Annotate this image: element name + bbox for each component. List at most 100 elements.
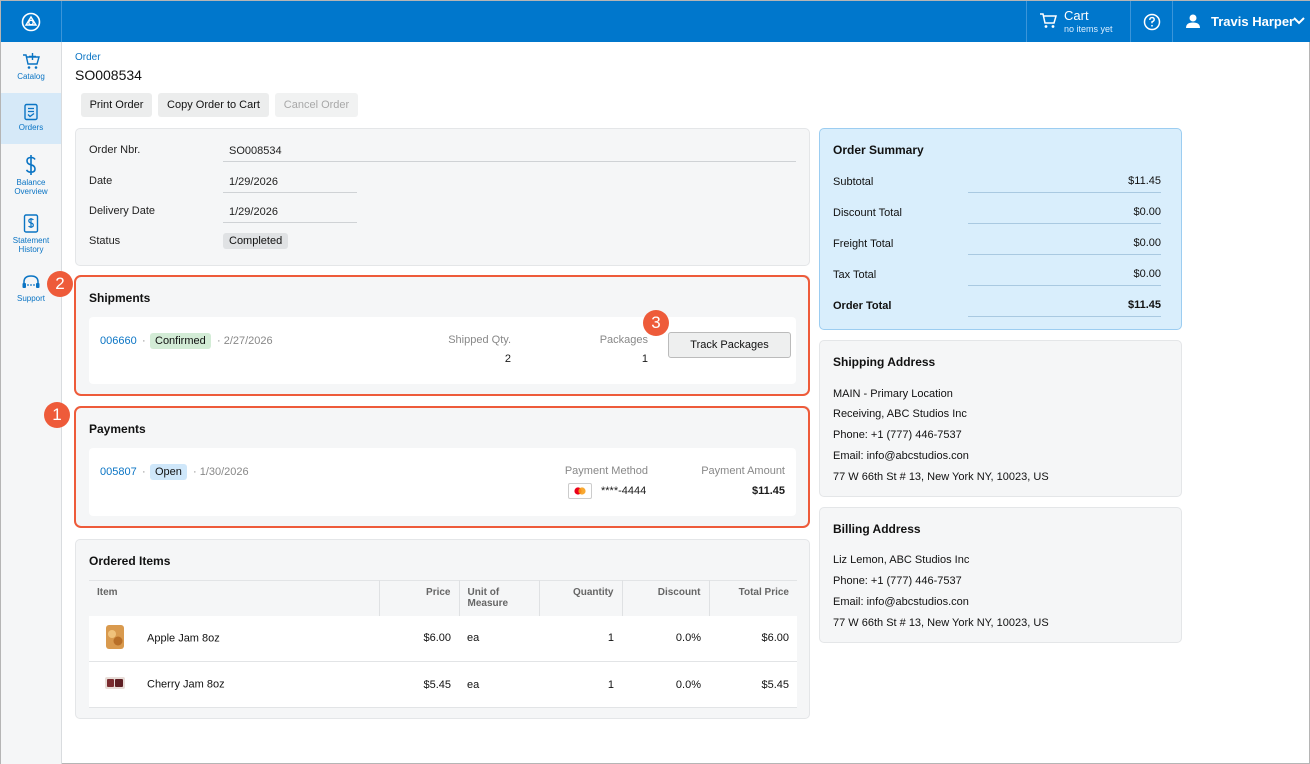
order-total-label: Order Total [833,300,892,312]
tax-total-label: Tax Total [833,269,877,281]
item-discount: 0.0% [622,615,709,662]
shipment-number-link[interactable]: 006660 [100,335,137,347]
shipment-status-badge: Confirmed [150,333,211,349]
orders-icon [24,103,38,121]
col-unit-of-measure: Unit of Measure [459,580,540,616]
item-price: $6.00 [379,615,459,662]
cart-button[interactable]: Cart no items yet [1026,1,1130,42]
help-button[interactable] [1130,1,1173,42]
payments-title: Payments [89,422,146,436]
shipping-address-title: Shipping Address [833,355,936,369]
subtotal-label: Subtotal [833,176,874,188]
dollar-icon [25,155,36,175]
shipping-phone: Phone: +1 (777) 446-7537 [833,429,962,441]
sidebar-item-orders[interactable]: Orders [1,93,61,144]
billing-contact: Liz Lemon, ABC Studios Inc [833,554,970,566]
sidebar-item-catalog[interactable]: Catalog [1,42,61,93]
discount-total-label: Discount Total [833,207,902,219]
date-label: Date [89,175,113,187]
item-cell: Apple Jam 8oz [89,615,379,662]
table-row[interactable]: Cherry Jam 8oz $5.45 ea 1 0.0% $5.45 [89,661,797,708]
headset-icon [22,275,40,288]
item-uom: ea [459,661,539,708]
item-uom: ea [459,615,539,662]
discount-total-value: $0.00 [968,202,1161,224]
cancel-order-button: Cancel Order [275,93,358,117]
item-name[interactable]: Apple Jam 8oz [147,632,220,644]
subtotal-value: $11.45 [968,171,1161,193]
order-nbr-label: Order Nbr. [89,144,141,156]
user-icon [1186,14,1200,28]
sidebar-item-balance-overview[interactable]: Balance Overview [1,144,61,204]
shipping-address-link[interactable]: 77 W 66th St # 13, New York NY, 10023, U… [833,471,1049,483]
cart-plus-icon [23,53,40,69]
item-name[interactable]: Cherry Jam 8oz [147,678,225,690]
item-total: $5.45 [709,661,797,708]
payment-row [89,448,796,516]
packages-value: 1 [641,353,648,365]
ordered-items-title: Ordered Items [89,554,171,568]
shipping-contact: Receiving, ABC Studios Inc [833,408,967,420]
status-badge: Completed [223,233,289,249]
item-total: $6.00 [709,615,797,662]
col-uom-line1: Unit of [467,587,500,598]
col-quantity: Quantity [539,580,623,616]
help-icon [1143,13,1160,30]
copy-order-to-cart-button[interactable]: Copy Order to Cart [158,93,269,117]
app-frame: Cart no items yet Travis Harper Catalog … [0,0,1310,764]
sidebar-item-statement-history[interactable]: Statement History [1,204,61,264]
order-summary-title: Order Summary [833,143,924,157]
packages-label: Packages [599,334,648,346]
item-qty: 1 [539,661,622,708]
logo-icon [21,12,41,31]
shipped-qty-value: 2 [504,353,511,365]
ordered-items-table: Item Price Unit of Measure Quantity Disco… [89,580,797,708]
col-discount: Discount [622,580,710,616]
step-badge-3: 3 [643,310,669,336]
step-badge-1: 1 [44,402,70,428]
app-logo[interactable] [1,1,62,42]
cart-label: Cart [1064,8,1089,23]
order-total-value: $11.45 [968,295,1161,317]
payment-amount-value: $11.45 [751,485,785,497]
item-price: $5.45 [379,661,459,708]
billing-address-link[interactable]: 77 W 66th St # 13, New York NY, 10023, U… [833,617,1049,629]
item-cell: Cherry Jam 8oz [89,661,379,708]
tax-total-value: $0.00 [968,264,1161,286]
order-nbr-field: SO008534 [223,141,796,162]
sidebar-item-label: Statement History [12,236,50,254]
shipment-date: · 2/27/2026 [217,335,273,347]
page-title: SO008534 [75,67,142,83]
user-name: Travis Harper [1211,14,1295,29]
item-discount: 0.0% [622,661,709,708]
separator: · [142,335,146,347]
freight-total-value: $0.00 [968,233,1161,255]
col-price: Price [379,580,460,616]
payment-number-link[interactable]: 005807 [100,466,137,478]
chevron-down-icon [1293,17,1305,25]
table-row[interactable]: Apple Jam 8oz $6.00 ea 1 0.0% $6.00 [89,615,797,662]
sidebar-item-label: Catalog [17,72,45,81]
sidebar-item-label: Balance Overview [14,178,48,196]
track-packages-button[interactable]: Track Packages [668,332,791,358]
freight-total-label: Freight Total [833,238,894,250]
apple-jam-thumbnail [105,623,125,654]
shipped-qty-label: Shipped Qty. [448,334,511,346]
col-uom-line2: Measure [467,598,509,609]
shipping-email: Email: info@abcstudios.con [833,450,969,462]
shipments-title: Shipments [89,291,151,305]
breadcrumb[interactable]: Order [75,52,101,63]
col-item: Item [89,580,380,616]
cart-icon [1040,13,1057,28]
payment-date: · 1/30/2026 [193,466,249,478]
order-summary-card: Order Summary Subtotal $11.45 Discount T… [819,128,1182,330]
step-badge-2: 2 [47,271,73,297]
mastercard-icon [568,483,592,499]
payment-method-label: Payment Method [564,465,648,477]
sidebar-item-label: Orders [18,123,44,132]
payment-method-value: ****-4444 [601,485,647,497]
col-total-price: Total Price [709,580,797,616]
user-menu[interactable]: Travis Harper [1173,1,1310,42]
print-order-button[interactable]: Print Order [81,93,152,117]
date-field: 1/29/2026 [223,172,357,193]
